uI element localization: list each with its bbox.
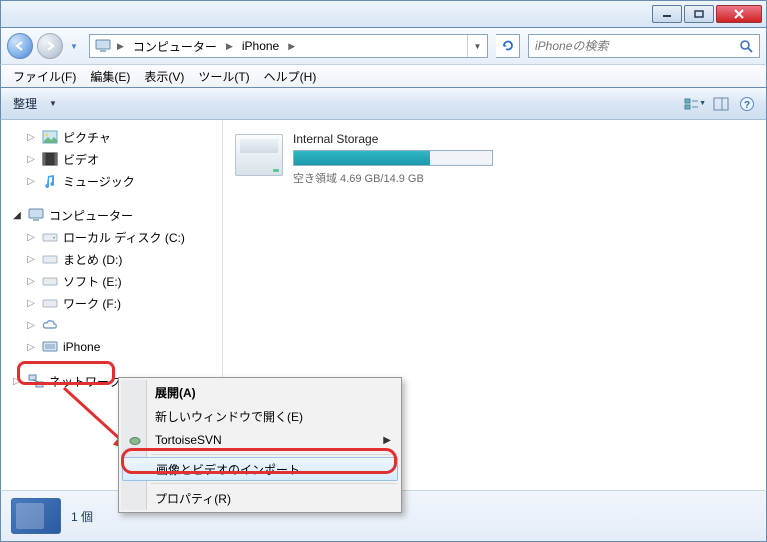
network-icon xyxy=(27,373,45,389)
chevron-right-icon[interactable]: ▶ xyxy=(223,41,236,52)
breadcrumb-iphone[interactable]: iPhone xyxy=(236,35,285,57)
video-icon xyxy=(41,151,59,167)
device-icon xyxy=(41,339,59,355)
storage-title: Internal Storage xyxy=(293,132,493,146)
tree-music[interactable]: ▷ミュージック xyxy=(1,170,222,192)
view-mode-button[interactable]: ▼ xyxy=(684,93,706,115)
ctx-tortoisesvn[interactable]: TortoiseSVN▶ xyxy=(121,428,399,452)
tree-drive-cloud[interactable]: ▷ xyxy=(1,314,222,336)
disk-icon xyxy=(41,229,59,245)
item-count: 1 個 xyxy=(71,508,93,525)
forward-button[interactable] xyxy=(37,33,63,59)
help-button[interactable]: ? xyxy=(736,93,758,115)
ctx-properties[interactable]: プロパティ(R) xyxy=(121,486,399,510)
drive-icon xyxy=(235,134,283,176)
tree-label: ビデオ xyxy=(63,151,99,168)
ctx-import-photos[interactable]: 画像とビデオのインポート xyxy=(122,457,398,481)
menu-help[interactable]: ヘルプ(H) xyxy=(258,66,323,87)
preview-pane-button[interactable] xyxy=(710,93,732,115)
command-bar: 整理 ▼ ▼ ? xyxy=(0,88,767,120)
organize-dropdown-icon[interactable]: ▼ xyxy=(45,99,61,108)
nav-history-dropdown[interactable]: ▼ xyxy=(67,35,81,57)
menu-file[interactable]: ファイル(F) xyxy=(7,66,82,87)
menu-tools[interactable]: ツール(T) xyxy=(192,66,255,87)
tree-label: コンピューター xyxy=(49,207,133,224)
tree-drive-f[interactable]: ▷ワーク (F:) xyxy=(1,292,222,314)
storage-bar xyxy=(293,150,493,166)
refresh-button[interactable] xyxy=(496,34,520,58)
tree-drive-e[interactable]: ▷ソフト (E:) xyxy=(1,270,222,292)
tree-label: ミュージック xyxy=(63,173,135,190)
device-thumbnail xyxy=(11,498,61,534)
internal-storage-item[interactable]: Internal Storage 空き領域 4.69 GB/14.9 GB xyxy=(235,132,754,186)
tree-computer[interactable]: ◢コンピューター xyxy=(1,204,222,226)
ctx-open[interactable]: 展開(A) xyxy=(121,380,399,404)
chevron-right-icon[interactable]: ▶ xyxy=(114,41,127,52)
tortoise-icon xyxy=(126,431,144,449)
address-bar[interactable]: ▶ コンピューター ▶ iPhone ▶ ▼ xyxy=(89,34,488,58)
tree-pictures[interactable]: ▷ピクチャ xyxy=(1,126,222,148)
tree-label: ワーク (F:) xyxy=(63,295,121,312)
tree-label: ソフト (E:) xyxy=(63,273,122,290)
submenu-arrow-icon: ▶ xyxy=(383,435,391,446)
back-button[interactable] xyxy=(7,33,33,59)
context-menu: 展開(A) 新しいウィンドウで開く(E) TortoiseSVN▶ 画像とビデオ… xyxy=(118,377,402,513)
tree-label: iPhone xyxy=(63,340,100,354)
menu-view[interactable]: 表示(V) xyxy=(138,66,190,87)
minimize-button[interactable] xyxy=(652,5,682,23)
menu-bar: ファイル(F) 編集(E) 表示(V) ツール(T) ヘルプ(H) xyxy=(0,64,767,88)
tree-label: まとめ (D:) xyxy=(63,251,122,268)
breadcrumb-computer[interactable]: コンピューター xyxy=(127,35,223,57)
tree-label: ピクチャ xyxy=(63,129,111,146)
close-button[interactable] xyxy=(716,5,762,23)
disk-icon xyxy=(41,251,59,267)
cloud-icon xyxy=(41,317,59,333)
storage-free-text: 空き領域 4.69 GB/14.9 GB xyxy=(293,170,493,186)
tree-iphone[interactable]: ▷iPhone xyxy=(1,336,222,358)
tree-drive-d[interactable]: ▷まとめ (D:) xyxy=(1,248,222,270)
search-box[interactable] xyxy=(528,34,760,58)
organize-button[interactable]: 整理 xyxy=(9,93,41,114)
svg-text:?: ? xyxy=(744,100,750,111)
window-titlebar xyxy=(0,0,767,28)
ctx-new-window[interactable]: 新しいウィンドウで開く(E) xyxy=(121,404,399,428)
navigation-bar: ▼ ▶ コンピューター ▶ iPhone ▶ ▼ xyxy=(0,28,767,64)
disk-icon xyxy=(41,273,59,289)
computer-icon xyxy=(27,207,45,223)
chevron-right-icon[interactable]: ▶ xyxy=(285,41,298,52)
tree-label: ネットワーク xyxy=(49,373,121,390)
maximize-button[interactable] xyxy=(684,5,714,23)
address-dropdown[interactable]: ▼ xyxy=(467,35,487,57)
tree-drive-c[interactable]: ▷ローカル ディスク (C:) xyxy=(1,226,222,248)
picture-icon xyxy=(41,129,59,145)
tree-label: ローカル ディスク (C:) xyxy=(63,229,185,246)
music-icon xyxy=(41,173,59,189)
search-input[interactable] xyxy=(529,39,733,53)
computer-icon xyxy=(94,39,112,53)
menu-edit[interactable]: 編集(E) xyxy=(84,66,136,87)
tree-videos[interactable]: ▷ビデオ xyxy=(1,148,222,170)
search-icon[interactable] xyxy=(733,35,759,57)
disk-icon xyxy=(41,295,59,311)
